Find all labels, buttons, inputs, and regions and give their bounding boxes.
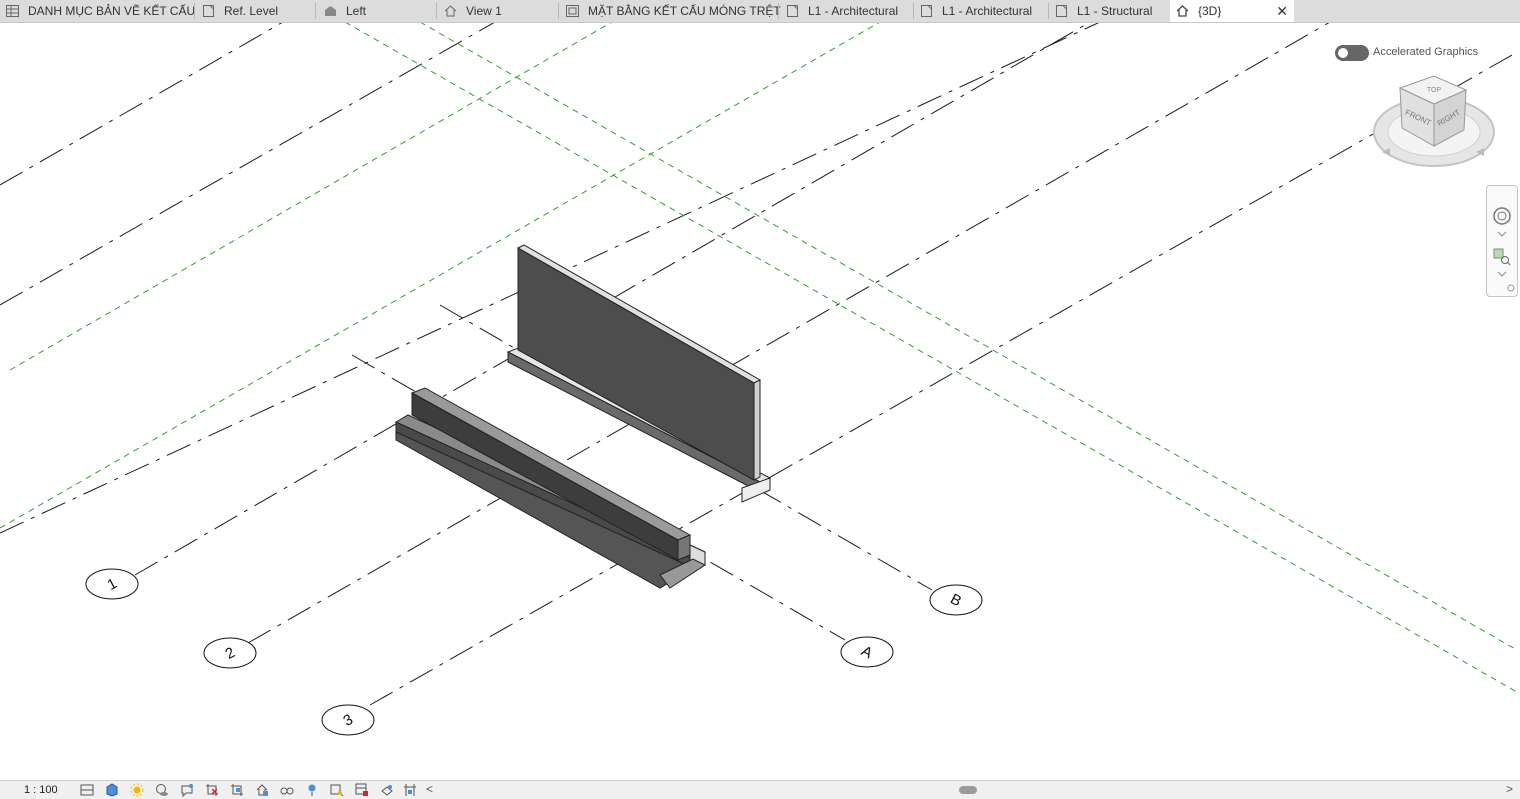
view-control-bar: 1 : 100 < > [0, 780, 1520, 799]
tab-separator [1048, 3, 1049, 19]
tab-separator [558, 3, 559, 19]
grid-lines [0, 23, 1513, 706]
scale-label[interactable]: 1 : 100 [24, 784, 58, 796]
render-icon[interactable] [180, 783, 194, 797]
tab-danh-muc[interactable]: DANH MỤC BẢN VẼ KẾT CẤU [6, 0, 196, 22]
grid-bubble-a[interactable]: A [840, 636, 894, 668]
worksharing-icon[interactable] [380, 783, 394, 797]
zoom-region-icon[interactable] [1493, 248, 1511, 266]
tab-left[interactable]: Left [324, 0, 436, 22]
accelerated-graphics-label: Accelerated Graphics [1373, 46, 1479, 58]
toggle-knob [1338, 48, 1348, 58]
tab-mat-bang[interactable]: MẶT BẰNG KẾT CẤU MÓNG TRỆT [566, 0, 781, 22]
tab-view-1[interactable]: View 1 [444, 0, 558, 22]
elevation-icon [325, 6, 336, 16]
home-icon [1176, 5, 1189, 17]
highlight-displacement-icon[interactable] [355, 783, 369, 797]
tab-l1-structural[interactable]: L1 - Structural [1055, 0, 1169, 22]
sheet-icon [1056, 5, 1067, 17]
tab-separator [778, 3, 779, 19]
sheet-icon [566, 5, 579, 17]
tab-label: L1 - Architectural [942, 4, 1033, 18]
tab-separator [913, 3, 914, 19]
reveal-hidden-icon[interactable] [305, 783, 319, 797]
home-icon [444, 5, 457, 17]
scroll-left-arrow[interactable]: < [426, 782, 433, 796]
settings-icon[interactable] [1507, 284, 1515, 292]
constraints-icon[interactable] [403, 783, 417, 797]
analytical-model-icon[interactable] [330, 783, 344, 797]
tab-label: Left [346, 4, 367, 18]
tab-separator [315, 3, 316, 19]
tab-3d[interactable]: {3D} ✕ [1170, 0, 1294, 22]
toggle-switch[interactable] [1335, 45, 1369, 61]
visual-style-icon[interactable] [105, 783, 119, 797]
tab-label: MẶT BẰNG KẾT CẤU MÓNG TRỆT [588, 4, 781, 18]
tab-l1-architectural-2[interactable]: L1 - Architectural [920, 0, 1048, 22]
grid-line-2[interactable] [247, 23, 1330, 644]
steering-wheel-icon[interactable] [1492, 206, 1512, 226]
unlock-3d-view-icon[interactable] [255, 783, 269, 797]
grid-bubble-b[interactable]: B [929, 584, 983, 616]
tab-label: DANH MỤC BẢN VẼ KẾT CẤU [28, 4, 196, 18]
schedule-icon [6, 5, 19, 17]
level-lines [0, 23, 1518, 693]
grid-line-upper-1 [0, 23, 283, 186]
tab-l1-architectural-1[interactable]: L1 - Architectural [786, 0, 914, 22]
scrollbar-thumb[interactable] [959, 786, 977, 794]
sheet-icon [203, 5, 214, 17]
chevron-down-icon[interactable] [1497, 270, 1507, 278]
temporary-hide-icon[interactable] [280, 783, 294, 797]
tab-separator [194, 3, 195, 19]
tab-label: Ref. Level [224, 4, 279, 18]
tab-label: {3D} [1198, 4, 1222, 18]
viewcube[interactable]: TOP FRONT RIGHT [1372, 70, 1498, 180]
tab-label: L1 - Structural [1077, 4, 1153, 18]
horizontal-scrollbar[interactable]: < > [424, 782, 1520, 798]
crop-region-icon[interactable] [230, 783, 244, 797]
grid-bubble-1[interactable]: 1 [85, 568, 139, 600]
tab-separator [436, 3, 437, 19]
sun-path-icon[interactable] [130, 783, 144, 797]
shadows-icon[interactable] [155, 783, 169, 797]
sheet-icon [787, 5, 798, 17]
grid-line-upper-2 [0, 23, 495, 306]
close-icon[interactable]: ✕ [1276, 0, 1288, 23]
grid-bubble-3[interactable]: 3 [321, 704, 375, 736]
grid-bubble-2[interactable]: 2 [203, 637, 257, 669]
tab-ref-level[interactable]: Ref. Level [202, 0, 312, 22]
navigation-bar [1486, 185, 1518, 297]
scroll-right-arrow[interactable]: > [1506, 782, 1513, 796]
tab-label: View 1 [466, 4, 502, 18]
viewcube-top-label: TOP [1427, 87, 1442, 94]
chevron-down-icon[interactable] [1497, 230, 1507, 238]
crop-view-icon[interactable] [205, 783, 219, 797]
sheet-icon [921, 5, 932, 17]
view-tab-bar: DANH MỤC BẢN VẼ KẾT CẤU Ref. Level Left … [0, 0, 1520, 23]
tab-label: L1 - Architectural [808, 4, 899, 18]
concrete-wall[interactable] [516, 244, 762, 481]
detail-level-icon[interactable] [80, 783, 94, 797]
3d-viewport[interactable]: 1 2 3 A B [0, 23, 1520, 780]
